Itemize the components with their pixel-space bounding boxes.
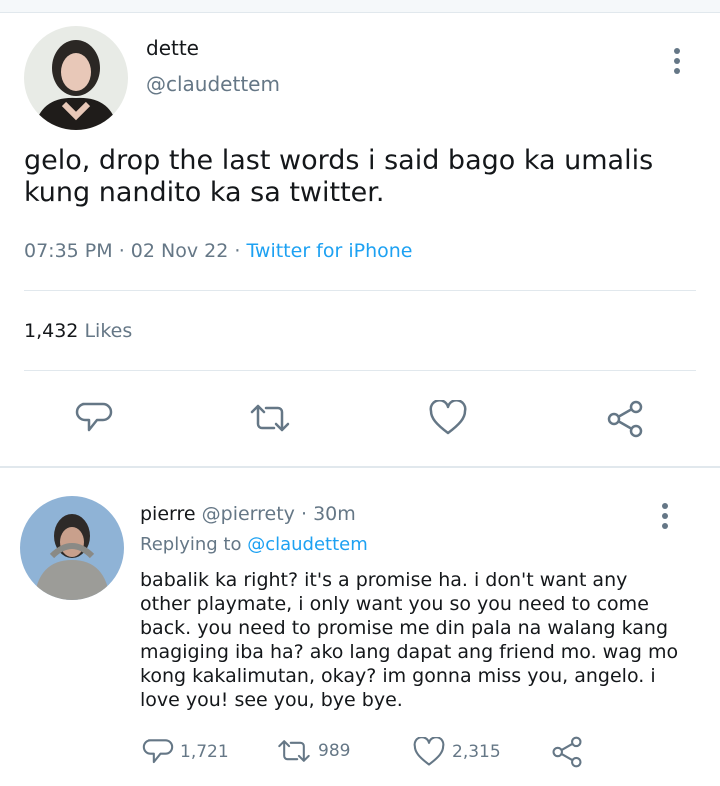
share-icon [552, 736, 582, 768]
retweet-button[interactable] [248, 402, 292, 434]
likes-stat[interactable]: 1,432 Likes [24, 320, 132, 342]
tweet-time: 07:35 PM [24, 240, 113, 262]
display-name[interactable]: dette [146, 36, 199, 60]
meta-separator: · [118, 240, 131, 262]
reply-display-name[interactable]: pierre [140, 503, 196, 525]
more-vertical-icon[interactable] [674, 48, 682, 78]
likes-label: Likes [84, 320, 133, 342]
reply-like-button[interactable]: 2,315 [412, 737, 501, 767]
replying-to-handle[interactable]: @claudettem [247, 534, 368, 555]
divider [24, 370, 696, 371]
heart-icon [413, 737, 445, 766]
replying-label: Replying to [140, 534, 242, 555]
tweet-source[interactable]: Twitter for iPhone [246, 240, 412, 262]
like-count: 2,315 [452, 742, 501, 762]
retweet-icon [278, 740, 310, 762]
divider [24, 290, 696, 291]
heart-icon [429, 400, 467, 435]
reply-button[interactable] [75, 400, 113, 436]
share-icon [607, 400, 643, 438]
avatar[interactable] [24, 26, 128, 130]
like-button[interactable] [428, 400, 468, 436]
reply-icon [75, 402, 113, 432]
tweet-date: 02 Nov 22 [130, 240, 229, 262]
reply-avatar[interactable] [20, 496, 124, 600]
top-border [0, 0, 720, 13]
replying-to: Replying to @claudettem [140, 534, 368, 555]
retweet-count: 989 [318, 741, 351, 761]
reply-count: 1,721 [180, 742, 229, 762]
retweet-icon [250, 404, 290, 432]
reply-share-button[interactable] [550, 736, 584, 768]
reply-handle[interactable]: @pierrety [202, 503, 295, 525]
reply-age: 30m [313, 503, 356, 525]
reply-header: pierre @pierrety · 30m [140, 503, 356, 525]
reply-reply-button[interactable]: 1,721 [142, 737, 229, 767]
reply-text: babalik ka right? it's a promise ha. i d… [140, 569, 679, 711]
reply-retweet-button[interactable]: 989 [276, 737, 350, 765]
meta-separator: · [234, 240, 247, 262]
tweet-text: gelo, drop the last words i said bago ka… [24, 145, 654, 208]
reply-more-vertical-icon[interactable] [662, 503, 670, 533]
likes-count: 1,432 [24, 320, 79, 342]
section-divider [0, 466, 720, 468]
handle[interactable]: @claudettem [146, 72, 280, 96]
share-button[interactable] [605, 400, 645, 438]
reply-icon [142, 739, 174, 764]
tweet-meta: 07:35 PM · 02 Nov 22 · Twitter for iPhon… [24, 240, 412, 262]
header-separator: · [300, 503, 314, 525]
